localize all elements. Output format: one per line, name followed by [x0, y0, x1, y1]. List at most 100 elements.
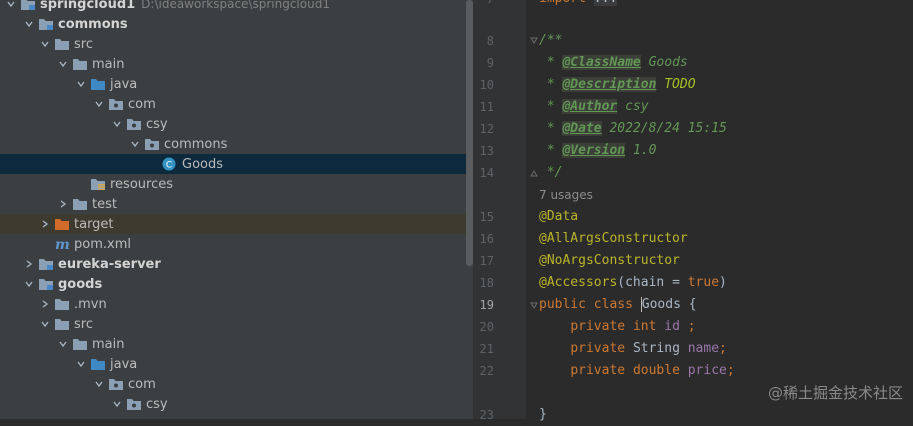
- tree-row-commons-package[interactable]: commons: [0, 134, 473, 154]
- doc-tag: @ClassName: [562, 55, 641, 70]
- line-number: 11: [479, 100, 494, 114]
- chevron-down-icon[interactable]: [72, 79, 90, 89]
- chevron-down-icon[interactable]: [36, 319, 54, 329]
- doc-value: 2022/8/24 15:15: [609, 121, 727, 136]
- tree-row-com-2[interactable]: com: [0, 374, 473, 394]
- code-line[interactable]: private int id ;: [539, 316, 696, 338]
- chevron-down-icon[interactable]: [2, 0, 20, 9]
- chevron-down-icon[interactable]: [108, 399, 126, 409]
- doc-star: *: [546, 121, 555, 136]
- tree-label: .mvn: [74, 296, 107, 312]
- tree-row-csy-2[interactable]: csy: [0, 394, 473, 414]
- tree-scrollbar[interactable]: [466, 0, 473, 266]
- tree-row-src[interactable]: src: [0, 34, 473, 54]
- doc-comment: */: [546, 165, 563, 180]
- code-line-current[interactable]: public class Goods {: [539, 294, 697, 316]
- code-line[interactable]: import ...: [539, 0, 618, 10]
- tree-label: com: [128, 376, 156, 392]
- code-line[interactable]: /**: [539, 30, 562, 52]
- chevron-down-icon[interactable]: [20, 279, 38, 289]
- chevron-down-icon[interactable]: [90, 379, 108, 389]
- package-folder-icon: [126, 397, 142, 411]
- tree-row-commons-module[interactable]: commons: [0, 14, 473, 34]
- tree-row-csy[interactable]: csy: [0, 114, 473, 134]
- fold-icon[interactable]: [530, 302, 538, 310]
- code-line[interactable]: private String name;: [539, 338, 727, 360]
- folder-icon: [54, 317, 70, 331]
- module-folder-icon: [38, 257, 54, 271]
- chevron-right-icon[interactable]: [36, 299, 54, 309]
- todo-marker: TODO: [664, 77, 696, 92]
- tree-row-main[interactable]: main: [0, 54, 473, 74]
- usages-hint[interactable]: 7 usages: [539, 184, 593, 206]
- tree-row-goods-class[interactable]: C Goods: [0, 154, 473, 174]
- tree-row-pom[interactable]: m pom.xml: [0, 234, 473, 254]
- doc-value: Goods: [648, 55, 688, 70]
- chevron-down-icon[interactable]: [126, 139, 144, 149]
- chevron-right-icon[interactable]: [54, 199, 72, 209]
- annotation: @Accessors: [539, 275, 618, 290]
- tree-row-main-2[interactable]: main: [0, 334, 473, 354]
- tree-row-com[interactable]: com: [0, 94, 473, 114]
- chevron-down-icon[interactable]: [90, 99, 108, 109]
- module-folder-icon: [20, 0, 36, 11]
- line-number: 10: [479, 78, 494, 92]
- tree-row-test[interactable]: test: [0, 194, 473, 214]
- line-number: 22: [479, 364, 494, 378]
- fold-icon[interactable]: [530, 37, 538, 45]
- semicolon: ;: [679, 319, 696, 334]
- tree-row-mvn[interactable]: .mvn: [0, 294, 473, 314]
- tree-row-root[interactable]: springcloud1 D:\ideaworkspace\springclou…: [0, 0, 473, 14]
- code-line[interactable]: @NoArgsConstructor: [539, 250, 680, 272]
- keyword: class: [593, 297, 633, 312]
- chevron-down-icon[interactable]: [54, 59, 72, 69]
- line-number: 23: [479, 408, 494, 422]
- code-line[interactable]: * @Version 1.0: [539, 140, 656, 162]
- resources-folder-icon: [90, 177, 106, 191]
- folder-icon: [54, 37, 70, 51]
- chevron-down-icon[interactable]: [54, 339, 72, 349]
- code-line[interactable]: * @Date 2022/8/24 15:15: [539, 118, 727, 140]
- folded-imports[interactable]: ...: [593, 0, 618, 6]
- code-line[interactable]: @Data: [539, 206, 578, 228]
- chevron-down-icon[interactable]: [36, 39, 54, 49]
- chevron-down-icon[interactable]: [20, 19, 38, 29]
- annotation-args: ): [719, 275, 727, 290]
- chevron-down-icon[interactable]: [72, 359, 90, 369]
- tree-row-java-2[interactable]: java: [0, 354, 473, 374]
- chevron-down-icon[interactable]: [108, 119, 126, 129]
- package-folder-icon: [144, 137, 160, 151]
- folder-icon: [72, 337, 88, 351]
- keyword: double: [632, 363, 680, 378]
- code-line[interactable]: */: [539, 162, 563, 184]
- line-number: 18: [479, 276, 494, 290]
- code-line[interactable]: * @Description TODO: [539, 74, 696, 96]
- tree-label: target: [74, 216, 114, 232]
- code-line[interactable]: @AllArgsConstructor: [539, 228, 688, 250]
- tree-label: main: [92, 56, 125, 72]
- doc-tag: @Author: [562, 99, 618, 114]
- tree-label: eureka-server: [58, 256, 161, 272]
- field: id: [664, 319, 680, 334]
- svg-text:C: C: [166, 161, 172, 171]
- doc-tag: @Version: [562, 143, 626, 158]
- chevron-right-icon[interactable]: [20, 259, 38, 269]
- code-line[interactable]: private double price;: [539, 360, 734, 382]
- tree-row-eureka-server[interactable]: eureka-server: [0, 254, 473, 274]
- code-line[interactable]: @Accessors(chain = true): [539, 272, 727, 294]
- code-line[interactable]: }: [539, 404, 547, 426]
- keyword: import: [539, 0, 586, 6]
- tree-row-resources[interactable]: resources: [0, 174, 473, 194]
- doc-value: 1.0: [632, 143, 657, 158]
- package-folder-icon: [126, 117, 142, 131]
- fold-icon[interactable]: [530, 170, 538, 178]
- tree-label: java: [110, 76, 138, 92]
- tree-row-goods-module[interactable]: goods: [0, 274, 473, 294]
- tree-row-java[interactable]: java: [0, 74, 473, 94]
- tree-row-src-2[interactable]: src: [0, 314, 473, 334]
- code-line[interactable]: * @Author csy: [539, 96, 649, 118]
- chevron-right-icon[interactable]: [36, 219, 54, 229]
- tree-row-target[interactable]: target: [0, 214, 473, 234]
- code-line[interactable]: * @ClassName Goods: [539, 52, 688, 74]
- line-number: 12: [479, 122, 494, 136]
